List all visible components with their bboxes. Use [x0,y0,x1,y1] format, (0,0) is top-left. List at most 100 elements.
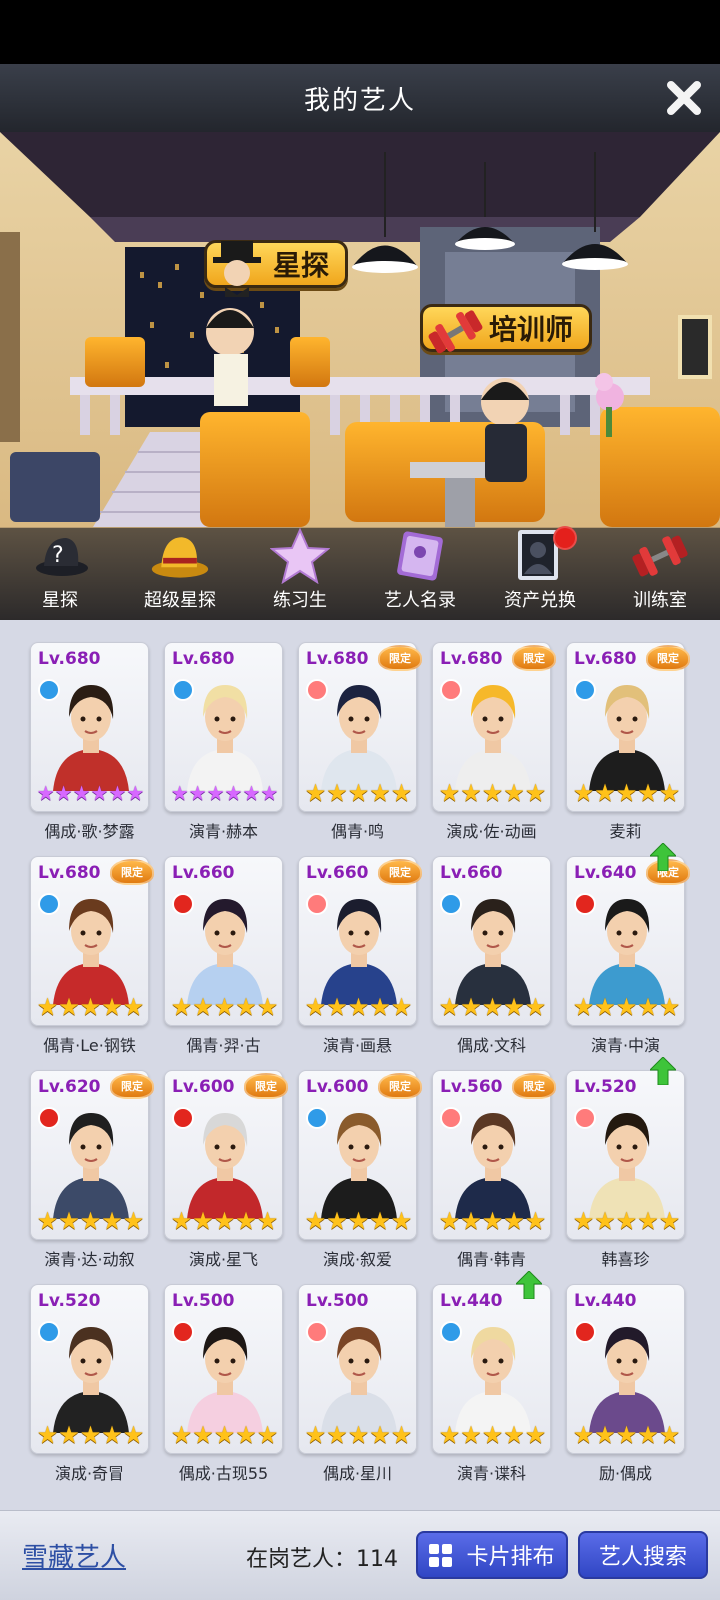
artist-card[interactable]: Lv.660 ★ ★ ★ ★ ★ 偶成·文科 [432,856,551,1055]
artist-card[interactable]: Lv.520 ★ ★ ★ ★ ★ 演成·奇冒 [30,1284,149,1483]
artist-portrait [321,899,397,1005]
star-icon: ★ [122,1421,145,1449]
star-icon: ★ [122,1207,145,1235]
star-icon: ★ [90,781,109,805]
star-icon: ★ [36,993,59,1021]
limited-badge: 限定 [110,1073,154,1099]
star-icon: ★ [170,1421,193,1449]
dumbbell-sign-icon [428,310,483,354]
limited-badge: 限定 [378,645,422,671]
menu-super-scout[interactable]: 超级星探 [125,530,235,612]
artist-card[interactable]: Lv.680 限定 ★ ★ ★ ★ ★ 偶青·鸣 [298,642,422,841]
artist-card[interactable]: Lv.680 ★ ★ ★ ★ ★ ★ 演青·赫本 [164,642,283,841]
star-icon: ★ [213,1421,236,1449]
star-icon: ★ [481,1421,504,1449]
artist-card[interactable]: Lv.600 限定 ★ ★ ★ ★ ★ 演成·星飞 [164,1070,288,1269]
star-icon: ★ [460,993,482,1021]
menu-scout[interactable]: ? 星探 [5,530,115,612]
artist-card[interactable]: Lv.500 ★ ★ ★ ★ ★ 偶成·古现55 [164,1284,283,1483]
star-icon: ★ [213,993,236,1021]
artist-card[interactable]: Lv.520 ★ ★ ★ ★ ★ 韩喜珍 [566,1057,685,1269]
artist-card[interactable]: Lv.440 ★ ★ ★ ★ ★ 励·偶成 [566,1284,685,1483]
star-icon: ★ [260,781,279,805]
star-icon: ★ [347,1207,370,1235]
artist-portrait [589,1113,665,1219]
trainer-sign[interactable]: 培训师 [420,304,593,354]
bottom-bar: 雪藏艺人 在岗艺人：114 卡片排布 艺人搜索 [0,1510,720,1600]
star-icon: ★ [524,1207,547,1235]
star-icon: ★ [438,1421,461,1449]
artist-name: 演青·达·动叙 [44,1250,135,1269]
menu-label: 资产兑换 [504,590,576,611]
star-icon: ★ [206,781,225,805]
grid-icon [429,1543,453,1567]
star-icon: ★ [101,993,123,1021]
star-icon: ★ [304,1421,327,1449]
star-icon: ★ [224,781,243,805]
scout-sign[interactable]: 星探 [204,240,349,297]
artist-name: 麦莉 [609,822,642,841]
menu-asset-exchange[interactable]: 资产兑换 [485,526,595,612]
star-icon: ★ [369,993,391,1021]
card-layout-button[interactable]: 卡片排布 [416,1531,568,1579]
artist-card[interactable]: Lv.660 限定 ★ ★ ★ ★ ★ 演青·画悬 [298,856,422,1055]
artist-name: 偶成·歌·梦露 [44,822,135,841]
artist-portrait [321,1113,397,1219]
artist-level: Lv.520 [574,1077,637,1097]
artist-level: Lv.660 [440,863,503,883]
artist-grid[interactable]: Lv.680 ★ ★ ★ ★ ★ ★ 偶成·歌·梦露 Lv.680 ★ ★ ★ ★ ★ ★ 演青·赫本 Lv.6… [0,620,720,1510]
artist-card-frame: Lv.660 限定 ★ ★ ★ ★ ★ [298,856,422,1026]
menu-trainee[interactable]: 练习生 [245,528,355,612]
artist-level: Lv.520 [38,1291,101,1311]
artist-card[interactable]: Lv.600 限定 ★ ★ ★ ★ ★ 演成·叙爱 [298,1070,422,1269]
artist-card[interactable]: Lv.680 限定 ★ ★ ★ ★ ★ 麦莉 [566,642,690,841]
artist-portrait [589,685,665,791]
menu-label: 星探 [42,590,78,611]
artist-card[interactable]: Lv.680 限定 ★ ★ ★ ★ ★ 演成·佐·动画 [432,642,556,841]
artist-card[interactable]: Lv.440 ★ ★ ★ ★ ★ 演青·谍科 [432,1271,552,1483]
question-hat-icon: ? [36,538,88,576]
artist-card[interactable]: Lv.560 限定 ★ ★ ★ ★ ★ 偶青·韩青 [432,1070,556,1269]
artist-card-frame: Lv.680 限定 ★ ★ ★ ★ ★ [432,642,556,812]
close-button[interactable] [662,76,706,120]
star-icon: ★ [369,1207,391,1235]
artist-card[interactable]: Lv.680 ★ ★ ★ ★ ★ ★ 偶成·歌·梦露 [30,642,149,841]
book-icon [397,531,443,581]
upgrade-arrow-icon [650,843,676,871]
artist-card[interactable]: Lv.500 ★ ★ ★ ★ ★ 偶成·星川 [298,1284,417,1483]
star-icon: ★ [326,779,348,807]
star-rating: ★ ★ ★ ★ ★ [433,1423,552,1447]
star-icon: ★ [503,1207,525,1235]
menu-directory[interactable]: 艺人名录 [365,530,475,612]
artist-portrait [53,1327,129,1433]
artist-level: Lv.680 [172,649,235,669]
artist-card[interactable]: Lv.660 ★ ★ ★ ★ ★ 偶青·羿·古 [164,856,283,1055]
artist-card[interactable]: Lv.640 限定 ★ ★ ★ ★ ★ 演青·中演 [566,843,690,1055]
menu-training-room[interactable]: 训练室 [605,530,715,612]
artist-search-label: 艺人搜索 [598,1545,687,1570]
star-icon: ★ [615,779,638,807]
star-icon: ★ [481,779,504,807]
artist-grid-inner: Lv.680 ★ ★ ★ ★ ★ ★ 偶成·歌·梦露 Lv.680 ★ ★ ★ ★ ★ ★ 演青·赫本 Lv.6… [30,642,720,1483]
artist-level: Lv.440 [574,1291,637,1311]
artist-card[interactable]: Lv.680 限定 ★ ★ ★ ★ ★ 偶青·Le·钢铁 [30,856,154,1055]
star-icon: ★ [481,993,504,1021]
artist-card[interactable]: Lv.620 限定 ★ ★ ★ ★ ★ 演青·达·动叙 [30,1070,154,1269]
artist-portrait [53,685,129,791]
star-icon: ★ [438,993,461,1021]
star-icon: ★ [126,781,145,805]
star-rating: ★ ★ ★ ★ ★ [31,1209,150,1233]
star-icon: ★ [594,1207,616,1235]
artist-level: Lv.680 [306,649,369,669]
gold-hat-icon [151,537,209,578]
artist-level: Lv.680 [38,863,101,883]
artist-name: 偶青·韩青 [456,1250,527,1269]
star-icon: ★ [390,779,413,807]
star-icon: ★ [594,779,616,807]
star-icon: ★ [256,1421,279,1449]
star-icon: ★ [170,993,193,1021]
menu-label: 艺人名录 [384,590,456,611]
artist-search-button[interactable]: 艺人搜索 [578,1531,708,1579]
menu-label: 超级星探 [144,590,216,611]
hidden-artists-link[interactable]: 雪藏艺人 [22,1537,126,1574]
